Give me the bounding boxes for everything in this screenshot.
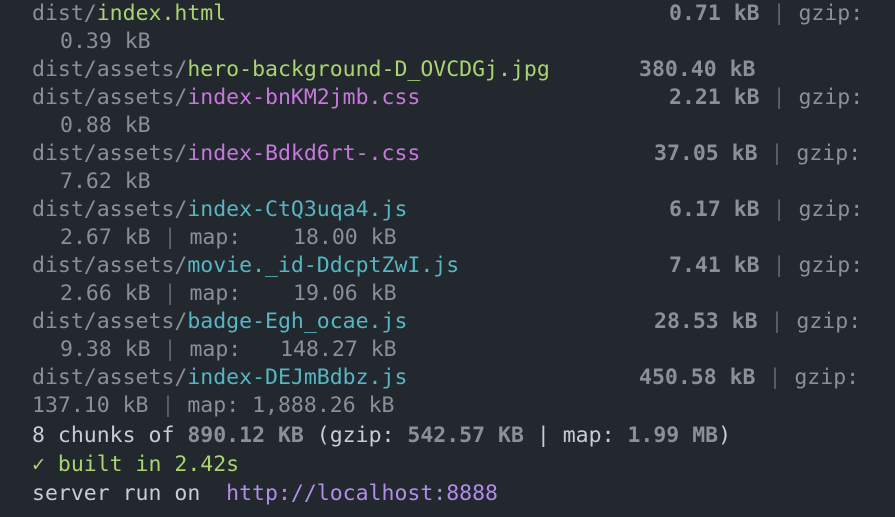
gzip-map-row: 2.66 kB | map: 19.06 kB xyxy=(60,280,397,308)
gzip-size: 7.62 kB xyxy=(60,169,151,194)
separator: | xyxy=(770,309,784,334)
file-dir: dist/assets/ xyxy=(32,57,188,82)
file-row: dist/assets/index-CtQ3uqa4.js xyxy=(32,196,407,224)
built-text: built in 2.42s xyxy=(44,452,240,477)
gzip-row: 0.39 kB xyxy=(60,28,151,56)
separator: | xyxy=(772,1,786,26)
separator: | xyxy=(772,197,786,222)
file-size: 0.71 kB xyxy=(669,1,760,26)
file-dir: dist/assets/ xyxy=(32,365,188,390)
separator: | xyxy=(163,337,177,362)
build-status: ✓ built in 2.42s xyxy=(32,451,239,479)
summary-map: 1.99 MB xyxy=(627,423,719,448)
map-size: 148.27 kB xyxy=(280,337,397,362)
file-name: index-Bdkd6rt-.css xyxy=(187,141,421,166)
file-size: 6.17 kB xyxy=(669,197,760,222)
file-row: dist/assets/movie._id-DdcptZwI.js xyxy=(32,252,459,280)
summary-gzip-prefix: (gzip: xyxy=(303,423,408,448)
map-size: 19.06 kB xyxy=(293,281,397,306)
gzip-size: 2.66 kB xyxy=(60,281,151,306)
file-size: 450.58 kB xyxy=(639,365,756,390)
gzip-label: gzip: xyxy=(798,85,864,110)
separator: | xyxy=(770,141,784,166)
file-row: dist/assets/index-DEJmBdbz.js xyxy=(32,364,407,392)
map-size: 18.00 kB xyxy=(293,225,397,250)
gzip-map-row: 9.38 kB | map: 148.27 kB xyxy=(60,336,397,364)
gzip-map-row: 2.67 kB | map: 18.00 kB xyxy=(60,224,397,252)
summary-total: 890.12 KB xyxy=(187,423,304,448)
file-name: badge-Egh_ocae.js xyxy=(187,309,408,334)
file-size-group: 380.40 kB xyxy=(639,56,756,84)
file-size: 7.41 kB xyxy=(669,253,760,278)
file-dir: dist/assets/ xyxy=(32,309,188,334)
gzip-size: 0.39 kB xyxy=(60,29,151,54)
summary-suffix: ) xyxy=(718,423,732,448)
gzip-size: 0.88 kB xyxy=(60,113,151,138)
file-size-group: 2.21 kB | gzip: xyxy=(669,84,863,112)
file-row: dist/index.html xyxy=(32,0,226,28)
file-size-group: 28.53 kB | gzip: xyxy=(654,308,861,336)
file-dir: dist/assets/ xyxy=(32,85,188,110)
file-dir: dist/assets/ xyxy=(32,197,188,222)
gzip-label: gzip: xyxy=(798,253,864,278)
gzip-size: 2.67 kB xyxy=(60,225,151,250)
map-label: map: xyxy=(189,337,242,362)
gzip-label: gzip: xyxy=(798,197,864,222)
file-size: 2.21 kB xyxy=(669,85,760,110)
gzip-label: gzip: xyxy=(796,141,862,166)
file-name: index-CtQ3uqa4.js xyxy=(187,197,408,222)
server-text: server run on xyxy=(32,481,227,506)
map-size: 1,888.26 kB xyxy=(252,393,395,418)
file-size-group: 7.41 kB | gzip: xyxy=(669,252,863,280)
server-status: server run on http://localhost:8888 xyxy=(32,480,498,508)
file-size-group: 450.58 kB | gzip: xyxy=(639,364,859,392)
gzip-label: gzip: xyxy=(798,1,864,26)
file-name: index-bnKM2jmb.css xyxy=(187,85,421,110)
gzip-label: gzip: xyxy=(796,309,862,334)
map-label: map: xyxy=(189,225,242,250)
separator: | xyxy=(163,281,177,306)
terminal-output: dist/index.html 0.71 kB | gzip: 0.39 kB … xyxy=(0,0,895,517)
file-dir: dist/ xyxy=(32,1,97,26)
summary-gzip: 542.57 KB xyxy=(407,423,524,448)
file-size-group: 37.05 kB | gzip: xyxy=(654,140,861,168)
summary-prefix: 8 chunks of xyxy=(32,423,188,448)
gzip-size: 9.38 kB xyxy=(60,337,151,362)
file-row: dist/assets/index-Bdkd6rt-.css xyxy=(32,140,420,168)
map-label: map: xyxy=(189,281,242,306)
server-url-link[interactable]: http://localhost:8888 xyxy=(226,481,498,506)
separator: | xyxy=(772,253,786,278)
separator: | xyxy=(163,225,177,250)
gzip-size: 137.10 kB xyxy=(32,393,149,418)
file-size: 380.40 kB xyxy=(639,57,756,82)
file-size-group: 0.71 kB | gzip: xyxy=(669,0,863,28)
separator: | xyxy=(161,393,175,418)
file-row: dist/assets/hero-background-D_OVCDGj.jpg xyxy=(32,56,550,84)
gzip-label: gzip: xyxy=(794,365,860,390)
file-size-group: 6.17 kB | gzip: xyxy=(669,196,863,224)
file-row: dist/assets/index-bnKM2jmb.css xyxy=(32,84,420,112)
gzip-row: 0.88 kB xyxy=(60,112,151,140)
file-name: movie._id-DdcptZwI.js xyxy=(187,253,460,278)
map-label: map: xyxy=(187,393,240,418)
summary-map-prefix: | map: xyxy=(523,423,628,448)
build-summary: 8 chunks of 890.12 KB (gzip: 542.57 KB |… xyxy=(32,422,731,450)
file-name: index.html xyxy=(96,1,227,26)
check-icon: ✓ xyxy=(32,452,45,477)
gzip-row: 7.62 kB xyxy=(60,168,151,196)
file-dir: dist/assets/ xyxy=(32,253,188,278)
separator: | xyxy=(772,85,786,110)
file-size: 37.05 kB xyxy=(654,141,758,166)
file-dir: dist/assets/ xyxy=(32,141,188,166)
separator: | xyxy=(768,365,782,390)
file-size: 28.53 kB xyxy=(654,309,758,334)
gzip-map-row: 137.10 kB | map: 1,888.26 kB xyxy=(32,392,394,420)
file-name: hero-background-D_OVCDGj.jpg xyxy=(187,57,550,82)
file-row: dist/assets/badge-Egh_ocae.js xyxy=(32,308,407,336)
file-name: index-DEJmBdbz.js xyxy=(187,365,408,390)
